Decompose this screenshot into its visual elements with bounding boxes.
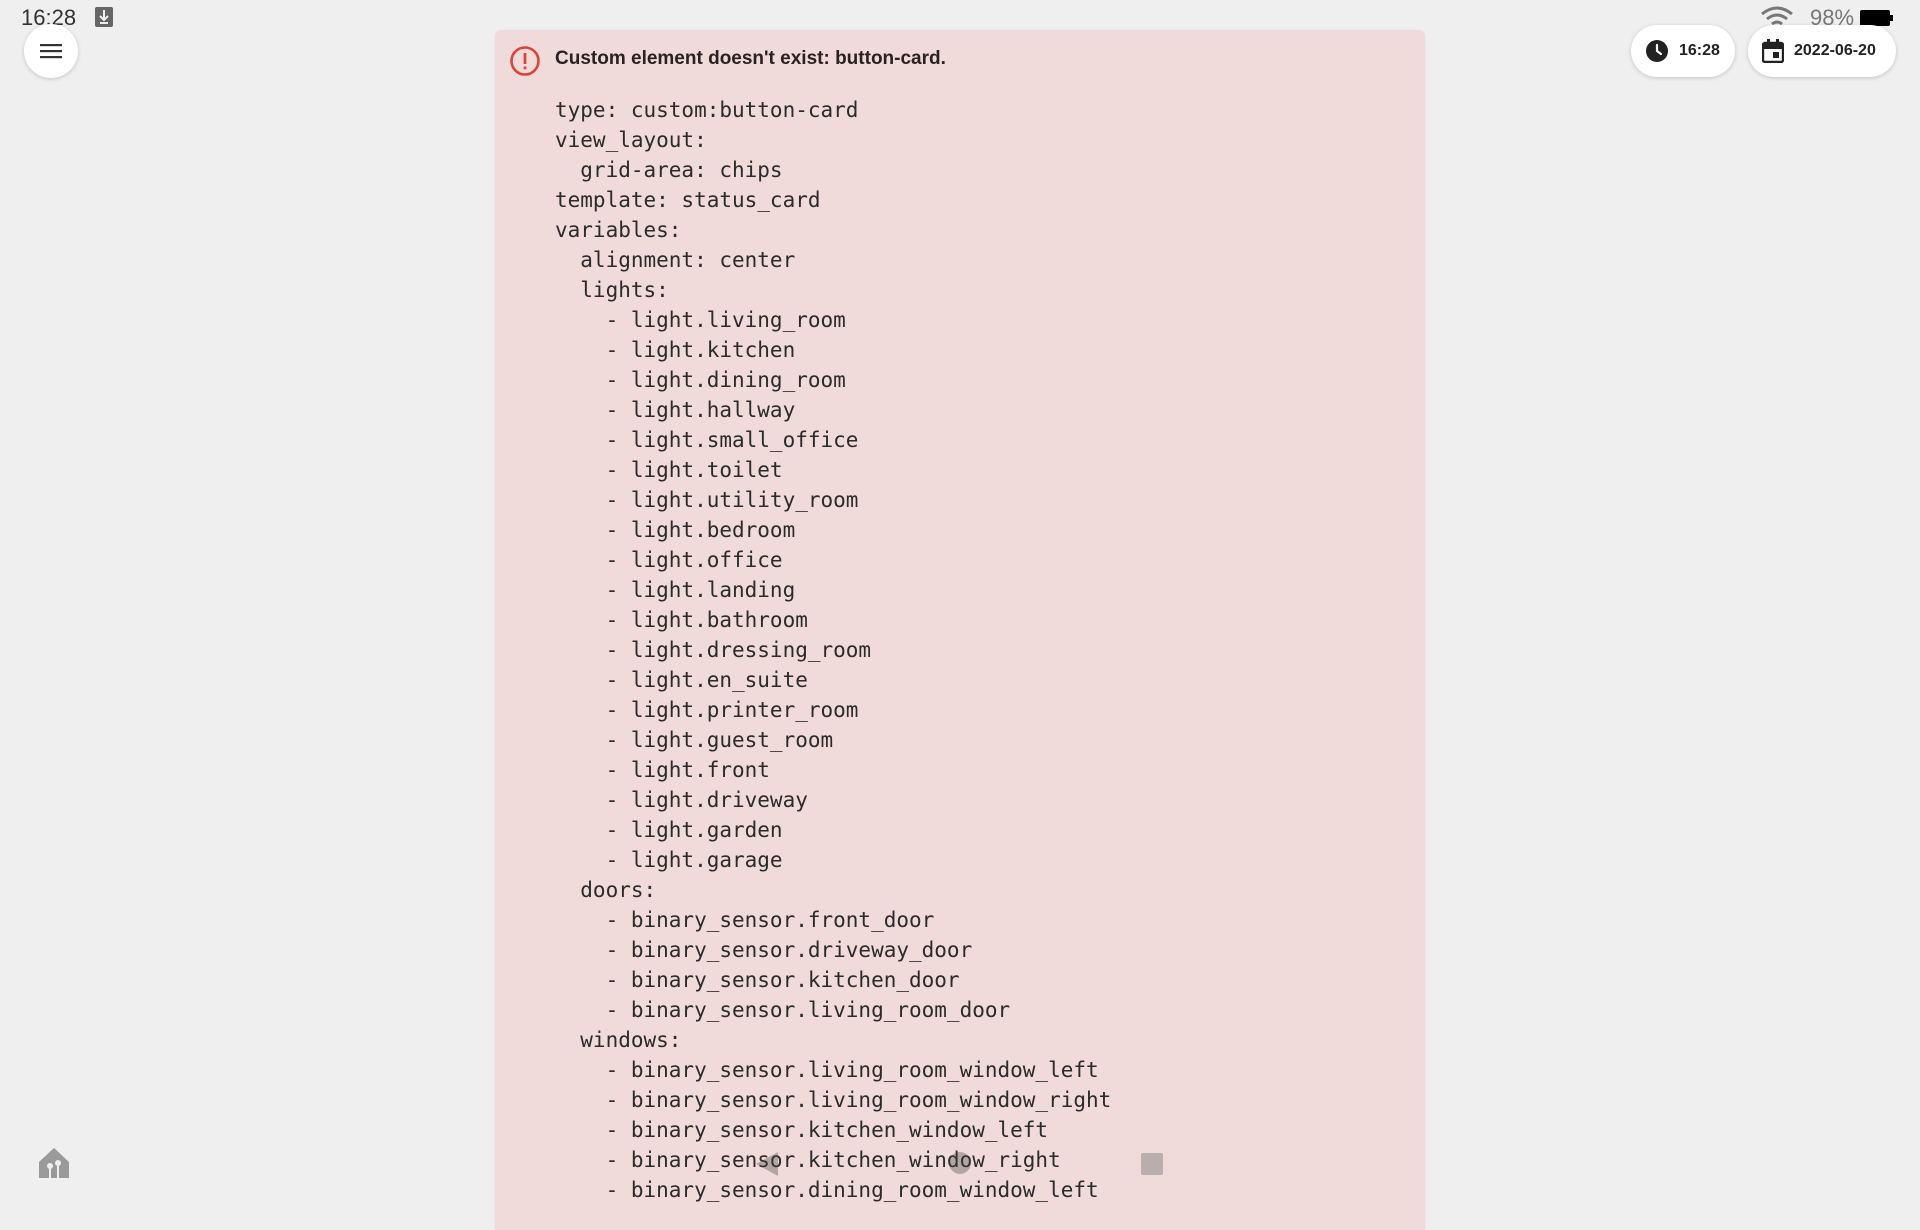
yaml-line: windows: [555, 1028, 682, 1052]
yaml-line: template: status_card [555, 188, 821, 212]
yaml-line: - binary_sensor.kitchen_window_left [555, 1118, 1049, 1142]
error-title: Custom element doesn't exist: button-car… [555, 48, 946, 69]
yaml-line: - light.printer_room [555, 698, 859, 722]
yaml-line: - light.dressing_room [555, 638, 872, 662]
hamburger-menu-icon [40, 44, 62, 59]
home-nav-icon[interactable] [948, 1151, 972, 1175]
home-assistant-icon[interactable] [37, 1146, 71, 1180]
recent-apps-nav-icon[interactable] [1140, 1152, 1164, 1176]
yaml-line: - binary_sensor.living_room_window_left [555, 1058, 1099, 1082]
time-chip-label: 16:28 [1679, 42, 1720, 59]
yaml-line: - light.hallway [555, 398, 796, 422]
yaml-line: - light.bathroom [555, 608, 808, 632]
yaml-line: - light.office [555, 548, 783, 572]
yaml-line: - light.small_office [555, 428, 859, 452]
yaml-line: - light.front [555, 758, 770, 782]
time-chip[interactable]: 16:28 [1631, 25, 1735, 77]
calendar-icon [1762, 39, 1784, 63]
yaml-line: - binary_sensor.dining_room_window_left [555, 1178, 1099, 1202]
yaml-line: - light.kitchen [555, 338, 796, 362]
yaml-line: - light.guest_room [555, 728, 834, 752]
yaml-line: - light.bedroom [555, 518, 796, 542]
yaml-line: type: custom:button-card [555, 98, 859, 122]
yaml-line: view_layout: [555, 128, 707, 152]
date-chip-label: 2022-06-20 [1794, 42, 1876, 59]
yaml-line: - binary_sensor.kitchen_window_right [555, 1148, 1061, 1172]
yaml-line: - binary_sensor.living_room_window_right [555, 1088, 1112, 1112]
yaml-line: - light.garden [555, 818, 783, 842]
yaml-line: - light.toilet [555, 458, 783, 482]
yaml-line: - light.driveway [555, 788, 808, 812]
date-chip[interactable]: 2022-06-20 [1748, 25, 1896, 77]
yaml-line: lights: [555, 278, 669, 302]
yaml-line: - light.landing [555, 578, 796, 602]
yaml-line: - light.dining_room [555, 368, 846, 392]
clock-icon [1646, 40, 1668, 62]
yaml-line: - light.utility_room [555, 488, 859, 512]
yaml-line: - light.living_room [555, 308, 846, 332]
yaml-line: doors: [555, 878, 657, 902]
alert-circle-icon [510, 46, 540, 76]
back-nav-icon[interactable] [754, 1150, 780, 1178]
yaml-line: - binary_sensor.living_room_door [555, 998, 1011, 1022]
yaml-line: alignment: center [555, 248, 796, 272]
yaml-config: type: custom:button-card view_layout: gri… [555, 95, 1111, 1205]
yaml-line: grid-area: chips [555, 158, 783, 182]
yaml-line: - binary_sensor.front_door [555, 908, 935, 932]
yaml-line: - light.en_suite [555, 668, 808, 692]
download-notification-icon [95, 7, 113, 27]
yaml-line: - binary_sensor.kitchen_door [555, 968, 960, 992]
yaml-line: - light.garage [555, 848, 783, 872]
yaml-line: variables: [555, 218, 682, 242]
error-card: Custom element doesn't exist: button-car… [495, 30, 1425, 1230]
battery-icon [1860, 10, 1893, 26]
yaml-line: - binary_sensor.driveway_door [555, 938, 973, 962]
menu-button[interactable] [24, 24, 78, 78]
